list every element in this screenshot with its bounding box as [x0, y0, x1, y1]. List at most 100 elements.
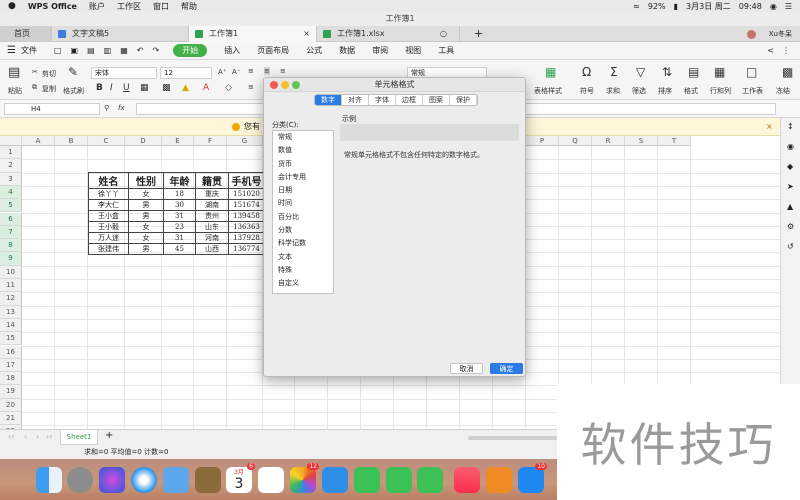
- cut-button[interactable]: 剪切: [42, 69, 56, 79]
- menu-data[interactable]: 数据: [339, 45, 355, 56]
- font-shrink-icon[interactable]: A⁻: [232, 68, 240, 76]
- menu-workspace[interactable]: 工作区: [117, 1, 141, 12]
- zoom-window-icon[interactable]: [292, 81, 300, 89]
- format-painter-icon[interactable]: ✎: [68, 65, 78, 79]
- dialog-tab-1[interactable]: 对齐: [342, 95, 369, 105]
- photos-icon[interactable]: 12: [290, 463, 319, 493]
- table-cell[interactable]: 31: [163, 232, 196, 244]
- menu-tools[interactable]: 工具: [438, 45, 454, 56]
- row-header-17[interactable]: 17: [0, 358, 22, 373]
- table-cell[interactable]: 23: [163, 221, 196, 233]
- copy-icon[interactable]: ⧉: [32, 83, 37, 92]
- table-cell[interactable]: 137928: [228, 232, 265, 244]
- freeze-button[interactable]: 冻结: [776, 86, 790, 96]
- close-window-icon[interactable]: [270, 81, 278, 89]
- align-bottom-icon[interactable]: ≡: [280, 67, 286, 75]
- underline-icon[interactable]: U: [123, 83, 130, 93]
- table-cell[interactable]: 男: [128, 210, 164, 222]
- column-header-q[interactable]: Q: [559, 136, 592, 146]
- paste-icon[interactable]: ▤: [8, 65, 20, 80]
- table-cell[interactable]: 151020: [228, 188, 265, 200]
- menu-file[interactable]: 文件: [21, 45, 37, 56]
- minimize-window-icon[interactable]: [281, 81, 289, 89]
- app-store-icon[interactable]: 10: [518, 463, 547, 493]
- fx-label[interactable]: fx: [118, 104, 125, 112]
- wechat-icon[interactable]: [417, 467, 443, 493]
- row-header-14[interactable]: 14: [0, 318, 22, 333]
- category-item[interactable]: 科学记数: [273, 237, 333, 250]
- mail-icon[interactable]: [163, 467, 189, 493]
- cut-icon[interactable]: ✂: [32, 68, 38, 76]
- dialog-tab-2[interactable]: 字体: [369, 95, 396, 105]
- italic-icon[interactable]: I: [110, 83, 113, 93]
- font-grow-icon[interactable]: A⁺: [218, 68, 226, 76]
- messages-icon[interactable]: [386, 467, 412, 493]
- row-header-19[interactable]: 19: [0, 385, 22, 399]
- messages-bubble-icon[interactable]: [322, 467, 348, 493]
- panel-share-icon[interactable]: ▲: [787, 202, 793, 211]
- column-header-d[interactable]: D: [125, 136, 162, 146]
- sort-icon[interactable]: ⇅: [662, 65, 672, 79]
- menubar-time[interactable]: 09:48: [739, 2, 762, 11]
- table-cell[interactable]: 女: [128, 221, 164, 233]
- category-item[interactable]: 常规: [273, 131, 333, 144]
- panel-select-icon[interactable]: ↕: [787, 122, 794, 131]
- table-cell[interactable]: 徐丫丫: [88, 188, 129, 200]
- merge-icon[interactable]: ▩: [162, 83, 171, 93]
- tab-doc[interactable]: 文字文稿5: [52, 26, 189, 42]
- launchpad-icon[interactable]: [67, 467, 93, 493]
- export-icon[interactable]: ▦: [120, 46, 128, 55]
- align-left-icon[interactable]: ≡: [248, 83, 254, 91]
- add-sheet-button[interactable]: +: [105, 430, 113, 441]
- tab-workbook1[interactable]: 工作簿1 ×: [189, 26, 317, 42]
- category-item[interactable]: 会计专用: [273, 171, 333, 184]
- category-item[interactable]: 数值: [273, 144, 333, 157]
- column-header-f[interactable]: F: [194, 136, 227, 146]
- font-family-select[interactable]: 宋体: [91, 67, 157, 79]
- table-cell[interactable]: 山西: [195, 243, 229, 255]
- user-name[interactable]: Xu冬呆: [769, 26, 792, 42]
- worksheet-icon[interactable]: □: [746, 65, 757, 79]
- header-name[interactable]: 姓名: [88, 172, 129, 189]
- category-item[interactable]: 特殊: [273, 264, 333, 277]
- category-item[interactable]: 文本: [273, 251, 333, 264]
- finder-icon[interactable]: [36, 467, 62, 493]
- column-header-c[interactable]: C: [88, 136, 125, 146]
- font-size-select[interactable]: 12: [160, 67, 212, 79]
- row-header-9[interactable]: 9: [0, 252, 22, 266]
- row-header-12[interactable]: 12: [0, 292, 22, 306]
- first-sheet-icon[interactable]: ‹‹: [8, 432, 14, 441]
- row-header-7[interactable]: 7: [0, 225, 22, 240]
- ok-button[interactable]: 确定: [490, 363, 523, 374]
- paste-label[interactable]: 粘贴: [8, 86, 22, 96]
- corner-select-all[interactable]: [0, 136, 22, 146]
- symbol-icon[interactable]: Ω: [582, 65, 591, 79]
- menubar-date[interactable]: 3月3日 周二: [686, 1, 731, 12]
- table-cell[interactable]: 136774: [228, 243, 265, 255]
- row-header-20[interactable]: 20: [0, 398, 22, 412]
- header-gender[interactable]: 性别: [128, 172, 164, 189]
- notice-close-icon[interactable]: ×: [766, 118, 773, 136]
- panel-shape-icon[interactable]: ◆: [787, 162, 793, 171]
- column-header-p[interactable]: P: [526, 136, 559, 146]
- dialog-tab-3[interactable]: 边框: [396, 95, 423, 105]
- row-header-3[interactable]: 3: [0, 172, 22, 186]
- column-header-e[interactable]: E: [162, 136, 194, 146]
- table-cell[interactable]: 139458: [228, 210, 265, 222]
- font-color-icon[interactable]: A: [203, 83, 209, 93]
- rows-columns-button[interactable]: 行和列: [710, 86, 731, 96]
- row-header-1[interactable]: 1: [0, 146, 22, 160]
- new-tab-button[interactable]: +: [474, 26, 483, 42]
- row-header-18[interactable]: 18: [0, 372, 22, 386]
- category-item[interactable]: 百分比: [273, 211, 333, 224]
- freeze-icon[interactable]: ▩: [782, 65, 793, 79]
- wifi-icon[interactable]: ≈: [633, 2, 640, 11]
- category-list[interactable]: 常规 数值 货币 会计专用 日期 时间 百分比 分数 科学记数 文本 特殊 自定义: [272, 130, 334, 294]
- header-native[interactable]: 籍贯: [195, 172, 229, 189]
- fill-color-icon[interactable]: ▲: [182, 83, 189, 93]
- app-menu[interactable]: WPS Office: [28, 2, 77, 11]
- bold-icon[interactable]: B: [96, 83, 103, 93]
- tab-home[interactable]: 首页: [0, 26, 52, 42]
- column-header-r[interactable]: R: [592, 136, 625, 146]
- next-sheet-icon[interactable]: ›: [36, 432, 39, 441]
